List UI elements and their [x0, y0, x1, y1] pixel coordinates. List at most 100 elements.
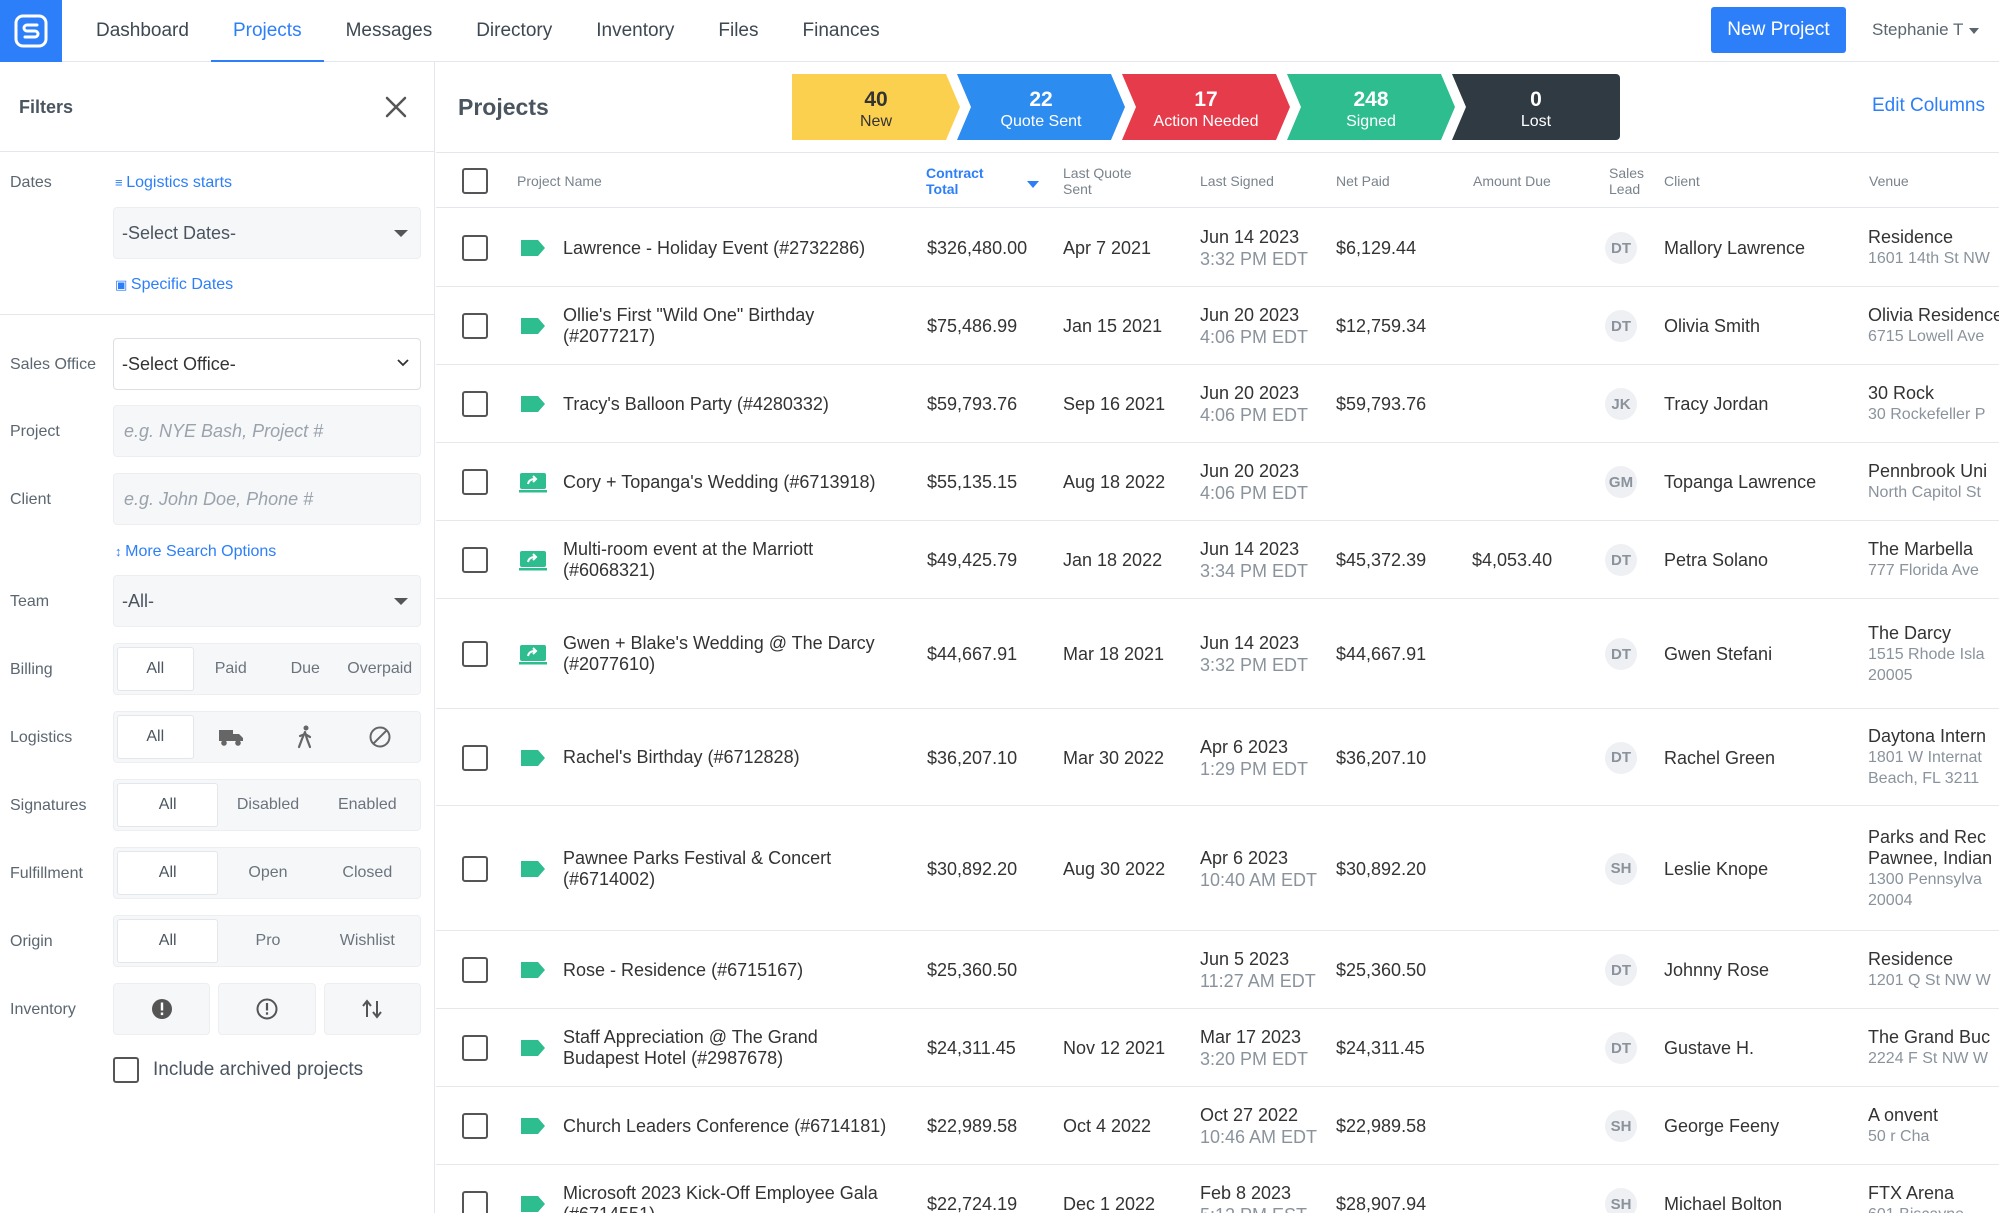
include-archived-row[interactable]: Include archived projects	[113, 1057, 363, 1083]
truck-icon[interactable]	[194, 715, 269, 759]
project-name-link[interactable]: Staff Appreciation @ The Grand Budapest H…	[563, 1027, 818, 1069]
project-search-input[interactable]: e.g. NYE Bash, Project #	[113, 405, 421, 457]
signatures-disabled-option[interactable]: Disabled	[218, 783, 317, 827]
project-name-link[interactable]: Pawnee Parks Festival & Concert (#6714002…	[563, 848, 831, 890]
user-menu[interactable]: Stephanie T	[1872, 0, 1980, 62]
col-net-paid[interactable]: Net Paid	[1336, 173, 1390, 189]
nav-item-inventory[interactable]: Inventory	[574, 0, 696, 62]
billing-due-option[interactable]: Due	[268, 647, 343, 691]
col-contract-total[interactable]: Contract Total	[926, 165, 984, 197]
col-last-signed[interactable]: Last Signed	[1200, 173, 1274, 189]
client-name[interactable]: Tracy Jordan	[1664, 394, 1768, 415]
more-search-options-link[interactable]: ↕ More Search Options	[115, 543, 276, 561]
client-name[interactable]: Mallory Lawrence	[1664, 238, 1805, 259]
client-name[interactable]: George Feeny	[1664, 1116, 1779, 1137]
origin-pro-option[interactable]: Pro	[218, 919, 317, 963]
walking-person-icon[interactable]	[268, 715, 343, 759]
row-checkbox[interactable]	[462, 235, 488, 261]
table-row[interactable]: Church Leaders Conference (#6714181) $22,…	[436, 1087, 1999, 1165]
nav-item-projects[interactable]: Projects	[210, 0, 324, 63]
row-checkbox[interactable]	[462, 855, 488, 882]
sales-office-select[interactable]: -Select Office-	[113, 338, 421, 390]
disabled-icon[interactable]	[343, 715, 418, 759]
row-checkbox[interactable]	[462, 547, 488, 573]
row-checkbox[interactable]	[462, 391, 488, 417]
origin-wishlist-option[interactable]: Wishlist	[318, 919, 417, 963]
alert-filled-icon[interactable]	[113, 983, 211, 1035]
table-row[interactable]: Rachel's Birthday (#6712828) $36,207.10 Ma…	[436, 709, 1999, 806]
client-name[interactable]: Michael Bolton	[1664, 1194, 1782, 1213]
project-name-link[interactable]: Gwen + Blake's Wedding @ The Darcy (#2077…	[563, 633, 875, 675]
table-row[interactable]: Cory + Topanga's Wedding (#6713918) $55,1…	[436, 443, 1999, 521]
pipeline-stage-signed[interactable]: 248 Signed	[1287, 74, 1455, 140]
pipeline-stage-action-needed[interactable]: 17 Action Needed	[1122, 74, 1290, 140]
fulfillment-closed-option[interactable]: Closed	[318, 851, 417, 895]
close-icon[interactable]	[383, 94, 409, 120]
fulfillment-open-option[interactable]: Open	[218, 851, 317, 895]
row-checkbox[interactable]	[462, 313, 488, 339]
table-row[interactable]: Staff Appreciation @ The Grand Budapest H…	[436, 1009, 1999, 1087]
client-search-input[interactable]: e.g. John Doe, Phone #	[113, 473, 421, 525]
alert-outline-icon[interactable]	[218, 983, 316, 1035]
origin-all-option[interactable]: All	[117, 919, 219, 963]
logistics-starts-link[interactable]: ≡ Logistics starts	[115, 174, 232, 192]
col-amount-due[interactable]: Amount Due	[1473, 173, 1551, 189]
fulfillment-all-option[interactable]: All	[117, 851, 219, 895]
team-select[interactable]: -All-	[113, 575, 421, 627]
billing-paid-option[interactable]: Paid	[194, 647, 269, 691]
row-checkbox[interactable]	[462, 957, 488, 983]
table-row[interactable]: Multi-room event at the Marriott (#606832…	[436, 521, 1999, 599]
billing-overpaid-option[interactable]: Overpaid	[343, 647, 418, 691]
client-name[interactable]: Petra Solano	[1664, 550, 1768, 571]
pipeline-stage-quote-sent[interactable]: 22 Quote Sent	[957, 74, 1125, 140]
table-row[interactable]: Pawnee Parks Festival & Concert (#6714002…	[436, 806, 1999, 931]
row-checkbox[interactable]	[462, 1113, 488, 1139]
sort-desc-icon[interactable]	[1027, 181, 1039, 188]
row-checkbox[interactable]	[462, 641, 488, 667]
table-row[interactable]: Rose - Residence (#6715167) $25,360.50 Jun…	[436, 931, 1999, 1009]
row-checkbox[interactable]	[462, 1191, 488, 1213]
project-name-link[interactable]: Rachel's Birthday (#6712828)	[563, 747, 800, 768]
client-name[interactable]: Topanga Lawrence	[1664, 472, 1816, 493]
col-last-quote-sent[interactable]: Last Quote Sent	[1063, 165, 1132, 197]
table-row[interactable]: Tracy's Balloon Party (#4280332) $59,793.…	[436, 365, 1999, 443]
client-name[interactable]: Leslie Knope	[1664, 859, 1768, 880]
row-checkbox[interactable]	[462, 1035, 488, 1061]
signatures-enabled-option[interactable]: Enabled	[318, 783, 417, 827]
nav-item-messages[interactable]: Messages	[324, 0, 455, 62]
project-name-link[interactable]: Tracy's Balloon Party (#4280332)	[563, 394, 829, 415]
project-name-link[interactable]: Rose - Residence (#6715167)	[563, 960, 803, 981]
new-project-button[interactable]: New Project	[1711, 7, 1846, 53]
nav-item-files[interactable]: Files	[696, 0, 780, 62]
include-archived-checkbox[interactable]	[113, 1057, 139, 1083]
client-name[interactable]: Gustave H.	[1664, 1038, 1754, 1059]
client-name[interactable]: Rachel Green	[1664, 748, 1775, 769]
col-sales-lead[interactable]: Sales Lead	[1609, 165, 1644, 197]
table-row[interactable]: Lawrence - Holiday Event (#2732286) $326,…	[436, 209, 1999, 287]
swap-arrows-icon[interactable]	[323, 983, 421, 1035]
app-logo-icon[interactable]	[0, 0, 62, 62]
project-name-link[interactable]: Ollie's First "Wild One" Birthday (#20772…	[563, 305, 814, 347]
project-name-link[interactable]: Church Leaders Conference (#6714181)	[563, 1116, 886, 1137]
signatures-all-option[interactable]: All	[117, 783, 219, 827]
logistics-all-option[interactable]: All	[117, 715, 194, 759]
table-row[interactable]: Ollie's First "Wild One" Birthday (#20772…	[436, 287, 1999, 365]
project-name-link[interactable]: Cory + Topanga's Wedding (#6713918)	[563, 472, 876, 493]
table-row[interactable]: Gwen + Blake's Wedding @ The Darcy (#2077…	[436, 599, 1999, 709]
col-project-name[interactable]: Project Name	[517, 173, 602, 189]
table-row[interactable]: Microsoft 2023 Kick-Off Employee Gala(#6…	[436, 1165, 1999, 1213]
client-name[interactable]: Johnny Rose	[1664, 960, 1769, 981]
select-all-checkbox[interactable]	[462, 168, 488, 194]
row-checkbox[interactable]	[462, 469, 488, 495]
project-name-link[interactable]: Microsoft 2023 Kick-Off Employee Gala(#6…	[563, 1183, 878, 1213]
billing-all-option[interactable]: All	[117, 647, 194, 691]
nav-item-directory[interactable]: Directory	[454, 0, 574, 62]
col-venue[interactable]: Venue	[1869, 173, 1909, 189]
nav-item-finances[interactable]: Finances	[781, 0, 902, 62]
col-client[interactable]: Client	[1664, 173, 1700, 189]
project-name-link[interactable]: Lawrence - Holiday Event (#2732286)	[563, 238, 865, 259]
client-name[interactable]: Olivia Smith	[1664, 316, 1760, 337]
edit-columns-link[interactable]: Edit Columns	[1872, 95, 1985, 117]
pipeline-stage-lost[interactable]: 0 Lost	[1452, 74, 1620, 140]
project-name-link[interactable]: Multi-room event at the Marriott (#606832…	[563, 539, 813, 581]
